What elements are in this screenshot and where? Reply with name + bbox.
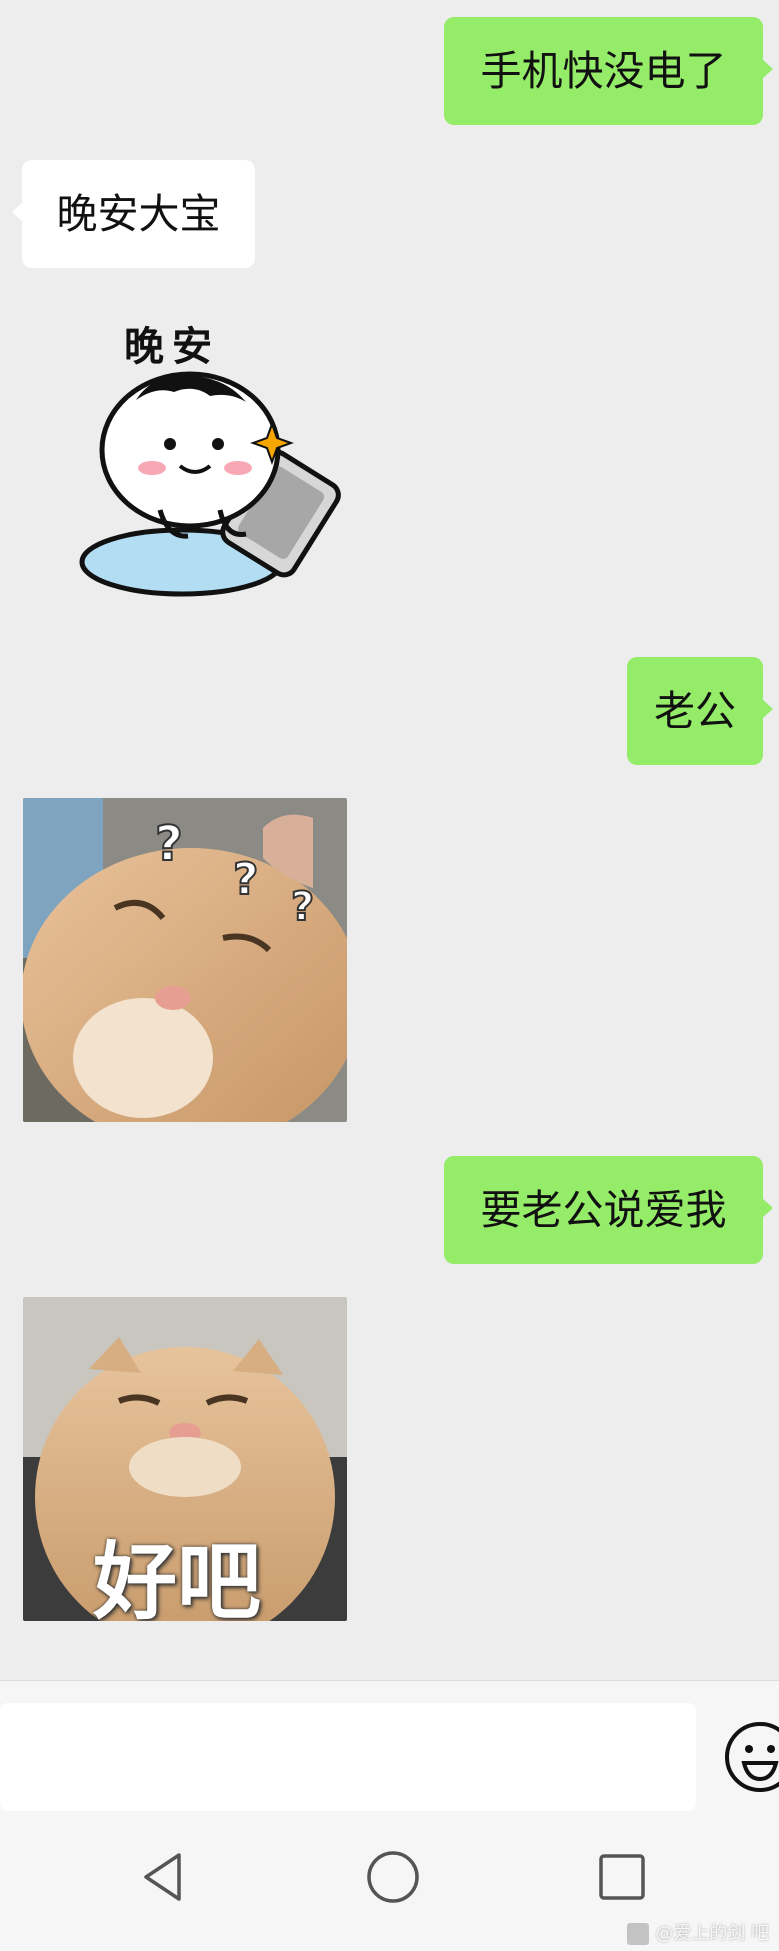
sticker-caption: 晚安 <box>124 324 220 370</box>
watermark-text: @爱上的剑 吧 <box>655 1923 769 1944</box>
emoji-smile-icon[interactable] <box>722 1719 779 1795</box>
message-bubble-outgoing[interactable]: 老公 <box>627 657 773 765</box>
sticker-cat-confused[interactable]: ? ? ? <box>23 798 347 1122</box>
square-recents-icon[interactable] <box>592 1847 652 1907</box>
svg-text:?: ? <box>291 884 314 930</box>
chat-area[interactable]: 手机快没电了 晚安大宝 晚安 老公 ? ? ? 要老公说爱我 好吧 <box>0 0 779 1680</box>
svg-text:?: ? <box>233 854 259 905</box>
sticker-goodnight[interactable]: 晚安 <box>50 300 350 620</box>
message-bubble-outgoing[interactable]: 要老公说爱我 <box>444 1156 773 1264</box>
message-bubble-incoming[interactable]: 晚安大宝 <box>12 160 255 268</box>
triangle-back-icon[interactable] <box>134 1847 194 1907</box>
system-nav-bar: @爱上的剑 吧 <box>0 1811 779 1951</box>
message-input[interactable] <box>0 1703 696 1811</box>
cat-photo-art: ? ? ? <box>23 798 347 1122</box>
sticker-cat-okay[interactable]: 好吧 <box>23 1297 347 1621</box>
sticker-caption: 好吧 <box>93 1533 262 1621</box>
message-bubble-outgoing[interactable]: 手机快没电了 <box>444 17 773 125</box>
svg-text:?: ? <box>155 816 183 872</box>
circle-home-icon[interactable] <box>363 1847 423 1907</box>
watermark-badge-icon <box>627 1923 650 1945</box>
watermark: @爱上的剑 吧 <box>627 1919 769 1945</box>
input-bar <box>0 1680 779 1811</box>
